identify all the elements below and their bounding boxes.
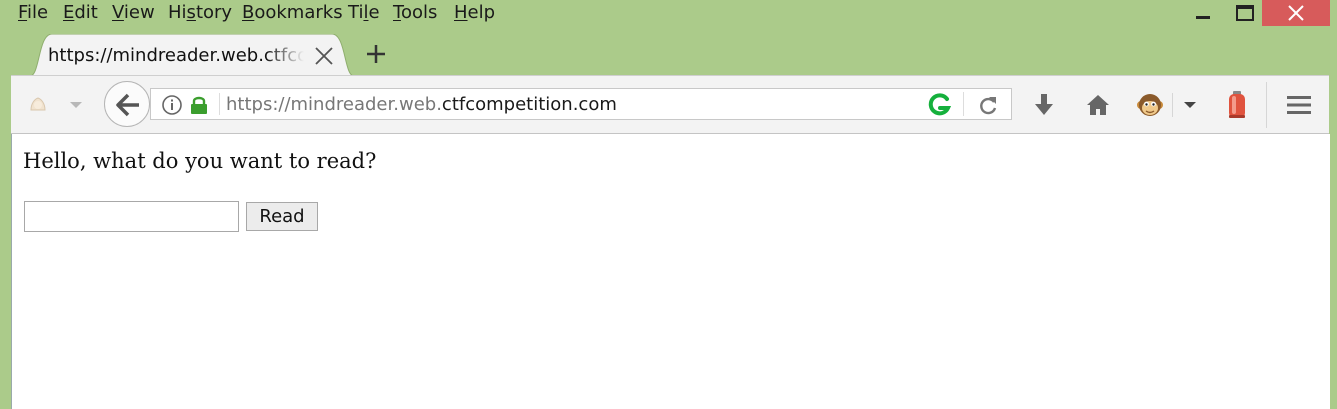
maximize-icon: [1236, 5, 1254, 21]
menu-help[interactable]: Help: [454, 2, 495, 23]
tab-close-icon[interactable]: [314, 46, 334, 66]
back-button[interactable]: [104, 81, 150, 127]
new-tab-icon[interactable]: [364, 42, 388, 66]
menu-file[interactable]: File: [18, 2, 48, 23]
hamburger-menu-icon[interactable]: [1286, 94, 1312, 116]
page-heading: Hello, what do you want to read?: [23, 149, 377, 173]
menu-bar: File Edit View History Bookmarks Tile To…: [0, 0, 1337, 26]
tab-title: https://mindreader.web.ctfcompetition.co…: [48, 45, 304, 66]
read-input[interactable]: [24, 201, 239, 232]
info-icon[interactable]: [161, 94, 183, 116]
url-host: ctfcompetition.com: [441, 94, 617, 115]
menu-edit[interactable]: Edit: [63, 2, 98, 23]
home-icon[interactable]: [1085, 92, 1111, 118]
lantern-icon[interactable]: [1226, 90, 1248, 120]
lock-icon[interactable]: [189, 94, 209, 116]
page-content: [11, 134, 1330, 409]
grammarly-icon[interactable]: [927, 93, 951, 117]
chevron-down-icon[interactable]: [1182, 99, 1198, 111]
download-icon[interactable]: [1032, 92, 1056, 118]
menu-bookmarks[interactable]: Bookmarks: [242, 2, 343, 23]
menu-tile[interactable]: Tile: [348, 2, 380, 23]
url-text[interactable]: https://mindreader.web.ctfcompetition.co…: [226, 94, 617, 115]
toolbar-divider-2: [1266, 82, 1267, 128]
menu-tools[interactable]: Tools: [393, 2, 437, 23]
menu-history[interactable]: History: [168, 2, 232, 23]
url-divider-2: [963, 92, 964, 116]
tab-active[interactable]: https://mindreader.web.ctfcompetition.co…: [30, 34, 354, 76]
chevron-down-icon[interactable]: [68, 99, 84, 111]
reload-icon[interactable]: [977, 94, 999, 116]
url-prefix: https://mindreader.web.: [226, 94, 442, 115]
close-window-button[interactable]: [1262, 0, 1330, 26]
greasemonkey-icon[interactable]: [1136, 91, 1164, 119]
back-arrow-icon: [116, 93, 139, 117]
read-button[interactable]: Read: [246, 202, 318, 231]
minimize-button[interactable]: [1180, 0, 1226, 26]
extension-icon[interactable]: [26, 93, 50, 117]
toolbar-divider: [1172, 93, 1173, 117]
menu-view[interactable]: View: [112, 2, 155, 23]
minimize-icon: [1196, 16, 1210, 19]
close-icon: [1288, 5, 1304, 21]
url-divider: [219, 93, 220, 115]
